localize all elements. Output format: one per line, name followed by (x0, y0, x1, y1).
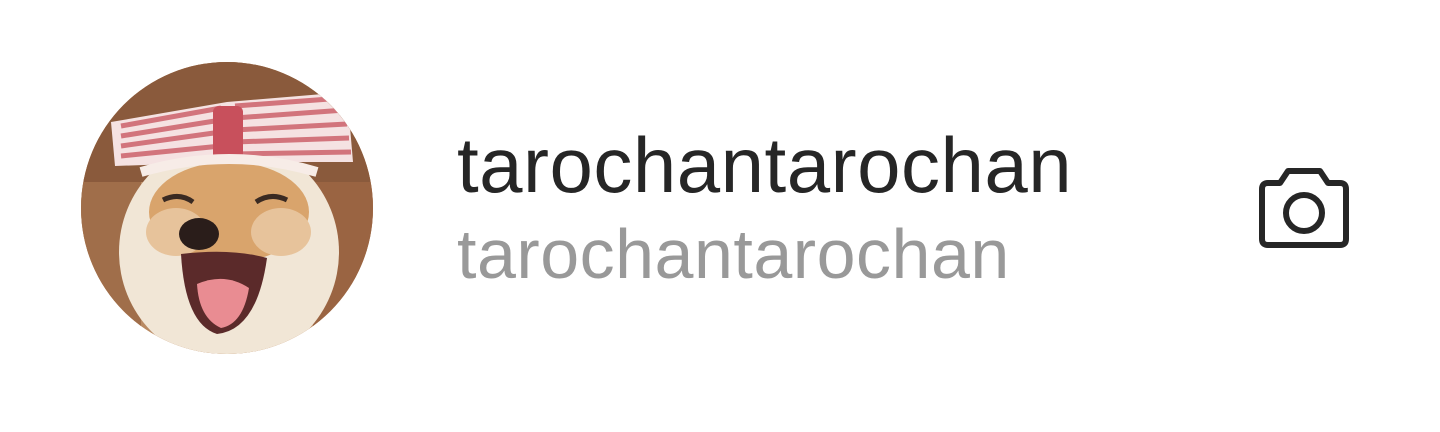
profile-text: tarochantarochan tarochantarochan (457, 118, 1072, 296)
profile-row[interactable]: tarochantarochan tarochantarochan (0, 0, 1440, 432)
camera-icon (1259, 168, 1349, 248)
camera-button[interactable] (1246, 152, 1362, 260)
username: tarochantarochan (457, 215, 1010, 293)
display-name: tarochantarochan (457, 121, 1073, 209)
avatar-photo (81, 62, 373, 354)
avatar[interactable] (81, 62, 373, 354)
